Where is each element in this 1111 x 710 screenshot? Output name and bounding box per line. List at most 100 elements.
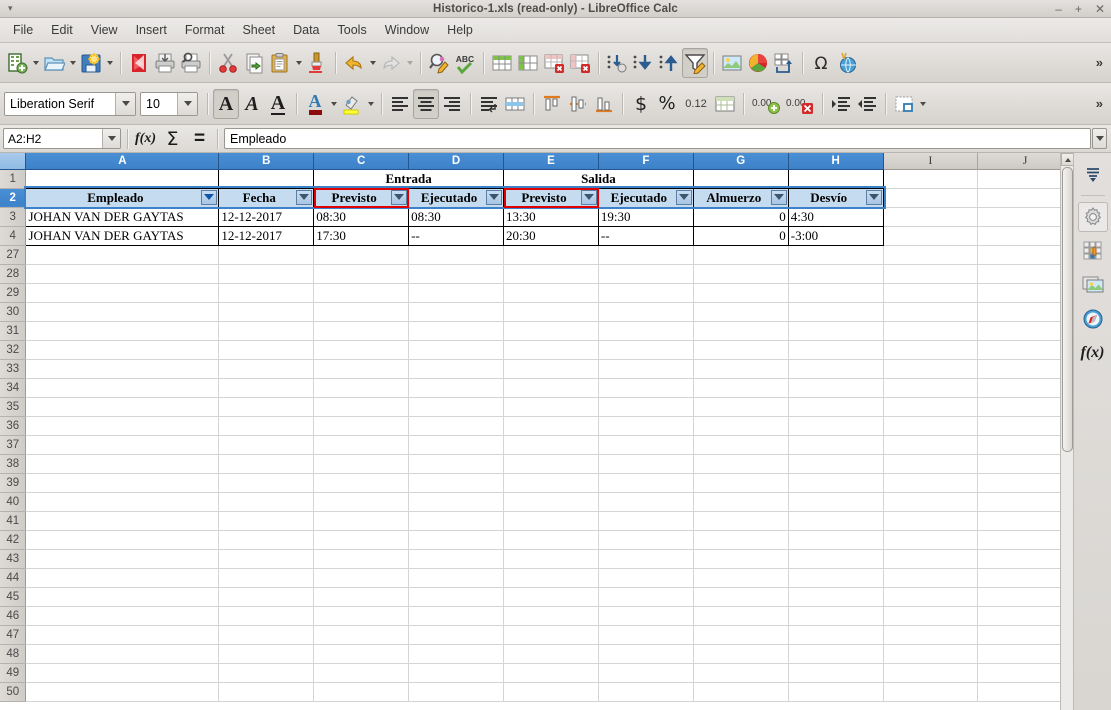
autofilter-dropdown-icon[interactable] (296, 189, 313, 205)
redo-dropdown[interactable] (404, 48, 415, 78)
empty-cell[interactable] (218, 587, 315, 607)
empty-cell[interactable] (218, 245, 315, 265)
column-header-d[interactable]: D (408, 153, 505, 170)
empty-cell[interactable] (788, 416, 884, 436)
empty-cell[interactable] (598, 264, 694, 284)
empty-cell[interactable] (693, 663, 789, 683)
autofilter-dropdown-icon[interactable] (580, 189, 597, 205)
empty-cell[interactable] (408, 492, 505, 512)
empty-cell[interactable] (218, 644, 315, 664)
empty-cell[interactable] (883, 682, 979, 702)
empty-cell[interactable] (977, 511, 1073, 531)
group-header-salida[interactable]: Salida (503, 168, 694, 189)
align-left-button[interactable] (387, 89, 413, 119)
empty-cell[interactable] (503, 625, 599, 645)
empty-cell[interactable] (218, 397, 315, 417)
empty-cell[interactable] (977, 321, 1073, 341)
empty-cell[interactable] (25, 530, 220, 550)
empty-cell[interactable] (408, 283, 505, 303)
empty-cell[interactable] (883, 245, 979, 265)
empty-cell[interactable] (25, 435, 220, 455)
autofilter-dropdown-icon[interactable] (391, 189, 408, 205)
empty-cell[interactable] (313, 568, 410, 588)
align-bottom-button[interactable] (591, 89, 617, 119)
row-header-47[interactable]: 47 (0, 625, 27, 645)
table-cell[interactable]: 12-12-2017 (218, 225, 315, 246)
window-menu-icon[interactable]: ▾ (8, 3, 18, 13)
empty-cell[interactable] (788, 587, 884, 607)
empty-cell[interactable] (977, 226, 1073, 246)
paste-button[interactable] (267, 48, 293, 78)
menu-item-data[interactable]: Data (284, 20, 328, 40)
group-header-blank[interactable] (218, 168, 315, 189)
underline-button[interactable]: A (265, 89, 291, 119)
minimize-button[interactable]: – (1055, 0, 1062, 18)
empty-cell[interactable] (883, 340, 979, 360)
empty-cell[interactable] (788, 625, 884, 645)
autofilter-button[interactable] (682, 47, 708, 78)
empty-cell[interactable] (693, 321, 789, 341)
empty-cell[interactable] (977, 359, 1073, 379)
empty-cell[interactable] (503, 378, 599, 398)
empty-cell[interactable] (313, 416, 410, 436)
table-header-cell[interactable]: Fecha (218, 187, 315, 208)
empty-cell[interactable] (503, 606, 599, 626)
empty-cell[interactable] (883, 606, 979, 626)
insert-chart-button[interactable] (745, 48, 771, 78)
cut-button[interactable] (215, 48, 241, 78)
delete-columns-button[interactable] (567, 48, 593, 78)
empty-cell[interactable] (598, 606, 694, 626)
empty-cell[interactable] (788, 245, 884, 265)
empty-cell[interactable] (408, 511, 505, 531)
empty-cell[interactable] (408, 435, 505, 455)
table-cell[interactable]: JOHAN VAN DER GAYTAS (25, 225, 220, 246)
empty-cell[interactable] (788, 321, 884, 341)
empty-cell[interactable] (883, 416, 979, 436)
empty-cell[interactable] (25, 511, 220, 531)
autofilter-dropdown-icon[interactable] (486, 189, 503, 205)
empty-cell[interactable] (977, 530, 1073, 550)
row-header-4[interactable]: 4 (0, 226, 27, 246)
row-header-42[interactable]: 42 (0, 530, 27, 550)
print-button[interactable] (152, 48, 178, 78)
empty-cell[interactable] (218, 378, 315, 398)
empty-cell[interactable] (598, 321, 694, 341)
row-header-44[interactable]: 44 (0, 568, 27, 588)
row-header-1[interactable]: 1 (0, 169, 27, 189)
row-header-30[interactable]: 30 (0, 302, 27, 322)
empty-cell[interactable] (788, 283, 884, 303)
empty-cell[interactable] (977, 207, 1073, 227)
empty-cell[interactable] (25, 264, 220, 284)
empty-cell[interactable] (693, 492, 789, 512)
empty-cell[interactable] (313, 454, 410, 474)
empty-cell[interactable] (25, 549, 220, 569)
format-date-button[interactable] (712, 89, 738, 119)
empty-cell[interactable] (408, 454, 505, 474)
empty-cell[interactable] (977, 188, 1073, 208)
navigator-icon[interactable] (1078, 304, 1108, 334)
table-cell[interactable]: 17:30 (313, 225, 410, 246)
table-header-cell[interactable]: Desvío (787, 187, 884, 208)
export-pdf-button[interactable] (126, 48, 152, 78)
open-document-button[interactable] (41, 48, 67, 78)
empty-cell[interactable] (313, 644, 410, 664)
functions-icon[interactable]: f(x) (1078, 338, 1108, 368)
table-cell[interactable]: 08:30 (408, 206, 505, 227)
empty-cell[interactable] (503, 492, 599, 512)
empty-cell[interactable] (408, 606, 505, 626)
align-right-button[interactable] (439, 89, 465, 119)
empty-cell[interactable] (218, 454, 315, 474)
empty-cell[interactable] (218, 321, 315, 341)
empty-cell[interactable] (408, 587, 505, 607)
empty-cell[interactable] (788, 663, 884, 683)
empty-cell[interactable] (788, 473, 884, 493)
empty-cell[interactable] (598, 530, 694, 550)
empty-cell[interactable] (408, 340, 505, 360)
empty-cell[interactable] (977, 283, 1073, 303)
empty-cell[interactable] (25, 416, 220, 436)
empty-cell[interactable] (693, 530, 789, 550)
empty-cell[interactable] (693, 568, 789, 588)
empty-cell[interactable] (408, 625, 505, 645)
empty-cell[interactable] (218, 264, 315, 284)
row-header-41[interactable]: 41 (0, 511, 27, 531)
